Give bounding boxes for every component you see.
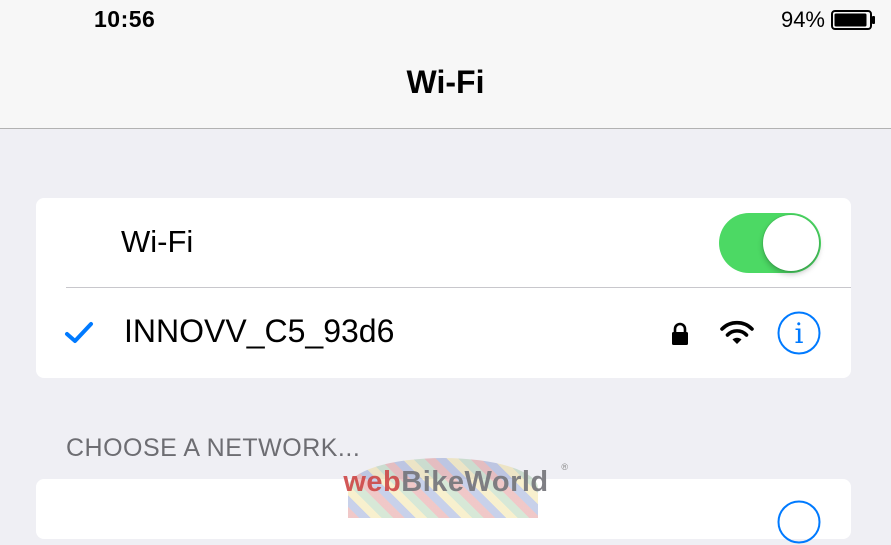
status-time: 10:56: [94, 6, 156, 32]
webbikeworld-watermark: webBikeWorld ®: [322, 458, 570, 518]
section-header-choose-network: CHOOSE A NETWORK...: [66, 434, 361, 462]
battery-icon: [831, 10, 875, 30]
toggle-knob: [763, 215, 819, 271]
network-name: INNOVV_C5_93d6: [124, 313, 395, 349]
wifi-settings-group: Wi-Fi INNOVV_C5_93d6 i: [36, 198, 851, 378]
info-icon[interactable]: [776, 499, 822, 545]
svg-text:i: i: [795, 317, 804, 350]
lock-icon: [672, 322, 688, 345]
page-title: Wi-Fi: [406, 64, 485, 100]
battery-percent: 94%: [780, 7, 825, 32]
wifi-toggle-label: Wi-Fi: [121, 224, 194, 259]
navigation-bar: 10:56 94% Wi-Fi: [0, 0, 891, 129]
wifi-signal-icon: [720, 320, 754, 344]
wifi-toggle-row: Wi-Fi: [36, 198, 851, 288]
wifi-toggle-switch[interactable]: [719, 213, 821, 273]
watermark-logo-text: webBikeWorld: [343, 466, 549, 498]
connected-network-row[interactable]: INNOVV_C5_93d6 i: [36, 288, 851, 378]
registered-mark: ®: [561, 462, 568, 472]
checkmark-icon: [65, 322, 93, 343]
info-icon[interactable]: i: [776, 310, 822, 356]
